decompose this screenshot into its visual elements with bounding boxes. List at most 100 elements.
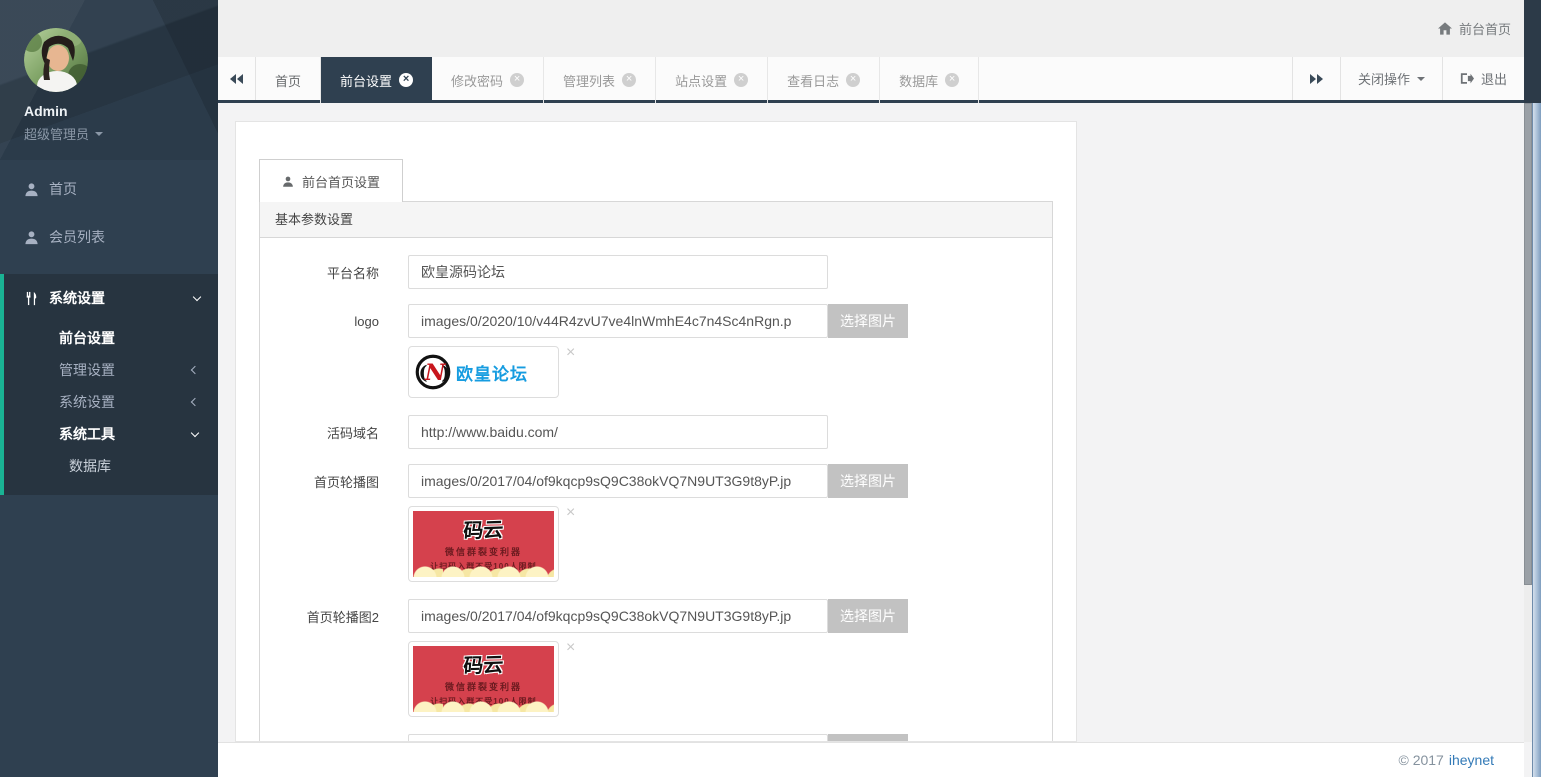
top-bar: 前台首页 [218, 0, 1541, 57]
form-row-qr-domain: 活码域名 [260, 415, 1052, 449]
scrollbar-corner [1524, 0, 1541, 103]
close-operations-label: 关闭操作 [1358, 69, 1410, 88]
tab-home[interactable]: 首页 [256, 57, 321, 103]
sidebar-item-label: 首页 [49, 179, 77, 199]
tab-change-password[interactable]: 修改密码 × [432, 57, 544, 103]
tab-frontend-settings[interactable]: 前台设置 × [321, 57, 432, 103]
banner-line1: 微信群裂变利器 [413, 680, 554, 693]
sidebar-subitem-database[interactable]: 数据库 [4, 450, 218, 482]
sidebar: Admin 超级管理员 首页 会员列表 系统设置 [0, 0, 218, 777]
qr-domain-input[interactable] [408, 415, 828, 449]
remove-image-icon[interactable]: × [566, 506, 575, 520]
frontend-home-link[interactable]: 前台首页 [1438, 0, 1511, 57]
tab-close-icon[interactable]: × [734, 73, 748, 87]
logo-text: 欧皇论坛 [456, 360, 528, 385]
user-icon [24, 230, 39, 245]
sidebar-subitem-system-config[interactable]: 系统设置 [4, 386, 218, 418]
footer-brand-link[interactable]: iheynet [1449, 752, 1494, 768]
logo-image: ( ) N 欧皇论坛 [413, 351, 554, 393]
choose-image-button[interactable]: 选择图片 [828, 304, 908, 338]
tab-admin-list[interactable]: 管理列表 × [544, 57, 656, 103]
tabbar-right-controls: 关闭操作 退出 [1292, 57, 1524, 100]
sidebar-subitem-label: 管理设置 [59, 360, 115, 380]
card-tab-frontend-home-settings[interactable]: 前台首页设置 [259, 159, 403, 202]
caret-down-icon [1417, 77, 1425, 81]
copyright-text: © 2017 [1398, 752, 1443, 768]
tabs-scroll-left-button[interactable] [218, 57, 256, 100]
user-role-label: 超级管理员 [24, 124, 89, 143]
carousel1-path-input[interactable] [408, 464, 828, 498]
tab-close-icon[interactable]: × [510, 73, 524, 87]
tab-label: 站点设置 [675, 71, 727, 90]
user-icon [282, 175, 294, 188]
tab-view-logs[interactable]: 查看日志 × [768, 57, 880, 103]
remove-image-icon[interactable]: × [566, 641, 575, 655]
svg-text:N: N [424, 360, 447, 386]
tab-site-settings[interactable]: 站点设置 × [656, 57, 768, 103]
sidebar-item-home[interactable]: 首页 [0, 165, 218, 213]
cutlery-icon [24, 291, 39, 306]
home-icon [1438, 22, 1452, 35]
tab-bar: 首页 前台设置 × 修改密码 × 管理列表 × 站点设置 × 查看日志 × 数据… [218, 57, 1524, 103]
tab-close-icon[interactable]: × [945, 73, 959, 87]
basic-params-panel: 基本参数设置 平台名称 logo 选择图片 [259, 201, 1053, 741]
form-row-partial: 选择图片 [260, 734, 1052, 742]
tab-database[interactable]: 数据库 × [880, 57, 979, 103]
tab-close-icon[interactable]: × [622, 73, 636, 87]
field-label: 活码域名 [260, 423, 379, 442]
banner-title: 码云 [413, 511, 554, 545]
remove-image-icon[interactable]: × [566, 346, 575, 360]
sidebar-subitem-label: 前台设置 [59, 328, 115, 348]
sidebar-profile: Admin 超级管理员 [0, 0, 218, 160]
inner-scrollbar[interactable] [1524, 103, 1532, 742]
form-row-logo: logo 选择图片 [260, 304, 1052, 338]
tab-close-icon[interactable]: × [846, 73, 860, 87]
tabs-scroll-right-button[interactable] [1292, 57, 1340, 100]
choose-image-button[interactable]: 选择图片 [828, 734, 908, 742]
sidebar-subitem-frontend-settings[interactable]: 前台设置 [4, 322, 218, 354]
user-role-dropdown[interactable]: 超级管理员 [24, 124, 218, 143]
carousel2-preview: 码云 微信群裂变利器 让扫码入群不受100人限制 [408, 641, 559, 717]
tab-label: 修改密码 [451, 71, 503, 90]
main-content: 前台首页设置 基本参数设置 平台名称 logo 选择图片 [218, 103, 1524, 742]
sidebar-item-system-settings[interactable]: 系统设置 [4, 274, 218, 322]
double-chevron-left-icon [230, 74, 243, 84]
carousel2-path-input[interactable] [408, 599, 828, 633]
partial-input[interactable] [408, 734, 828, 742]
tab-label: 前台设置 [340, 71, 392, 90]
tab-close-icon[interactable]: × [399, 73, 413, 87]
sidebar-item-members[interactable]: 会员列表 [0, 213, 218, 261]
frontend-home-label: 前台首页 [1459, 19, 1511, 38]
choose-image-button[interactable]: 选择图片 [828, 599, 908, 633]
logout-button[interactable]: 退出 [1442, 57, 1524, 100]
card-tab-label: 前台首页设置 [302, 172, 380, 191]
logo-path-input[interactable] [408, 304, 828, 338]
chevron-left-icon [191, 366, 199, 374]
caret-down-icon [95, 132, 103, 136]
logout-icon [1460, 72, 1474, 85]
banner-clouds [413, 562, 554, 577]
user-icon [24, 182, 39, 197]
platform-name-input[interactable] [408, 255, 828, 289]
double-chevron-right-icon [1310, 74, 1323, 84]
sidebar-subitem-admin-settings[interactable]: 管理设置 [4, 354, 218, 386]
chevron-down-icon [191, 428, 199, 436]
carousel1-preview: 码云 微信群裂变利器 让扫码入群不受100人限制 [408, 506, 559, 582]
field-label: 首页轮播图 [260, 472, 379, 491]
avatar[interactable] [24, 28, 88, 92]
user-name: Admin [24, 103, 218, 119]
logout-label: 退出 [1481, 69, 1507, 88]
sidebar-subitem-label: 系统设置 [59, 392, 115, 412]
form-row-platform-name: 平台名称 [260, 255, 1052, 289]
close-operations-dropdown[interactable]: 关闭操作 [1340, 57, 1442, 100]
carousel2-preview-line: 码云 微信群裂变利器 让扫码入群不受100人限制 × [408, 641, 1052, 717]
choose-image-button[interactable]: 选择图片 [828, 464, 908, 498]
field-label: 平台名称 [260, 263, 379, 282]
sidebar-subitem-system-tools[interactable]: 系统工具 [4, 418, 218, 450]
logo-emblem-icon: ( ) N [415, 354, 451, 390]
window-scrollbar[interactable] [1532, 103, 1541, 777]
banner-image: 码云 微信群裂变利器 让扫码入群不受100人限制 [413, 646, 554, 712]
tab-label: 数据库 [899, 71, 938, 90]
sidebar-group-system-settings: 系统设置 前台设置 管理设置 系统设置 系统工具 [0, 274, 218, 495]
inner-scrollbar-thumb[interactable] [1524, 103, 1532, 585]
